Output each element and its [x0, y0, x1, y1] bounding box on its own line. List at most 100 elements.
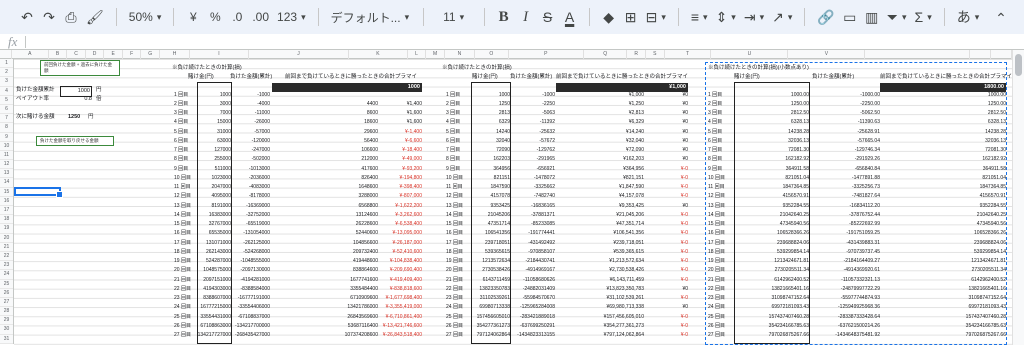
note-previous-loss[interactable]: 前回負けた金額 + 過去に負けた金額 — [40, 60, 120, 76]
table2-cell[interactable]: ¥0 — [644, 128, 688, 137]
table3-cell[interactable]: -637621500214.26 — [810, 322, 880, 331]
table2-cell[interactable]: 72090 — [471, 146, 510, 155]
table1-cell[interactable]: ¥-3,262,600 — [378, 211, 422, 220]
table3-cell[interactable]: 1250.00 — [880, 100, 1006, 109]
table1-cell[interactable]: -67108837000 — [232, 313, 270, 322]
table2-cell[interactable]: 157456605010 — [471, 313, 510, 322]
table3-cell[interactable]: -25628.91 — [810, 128, 880, 137]
table1-cell[interactable]: ¥-18,400 — [378, 146, 422, 155]
table3-cell[interactable]: -2184164409.27 — [810, 257, 880, 266]
table2-cell[interactable]: ¥14,240 — [556, 128, 644, 137]
table1-cell[interactable]: 52440600 — [272, 229, 378, 238]
table2-cell[interactable]: 6329 — [471, 118, 510, 127]
table1-cell[interactable]: 16777215000 — [197, 303, 231, 312]
table2-cell[interactable]: ¥-0 — [644, 257, 688, 266]
table2-cell[interactable]: ¥0 — [644, 118, 688, 127]
table1-cell[interactable]: -4083000 — [232, 183, 270, 192]
table1-cell[interactable]: 212000 — [272, 155, 378, 164]
table3-cell[interactable]: -7481827.64 — [810, 192, 880, 201]
table1-cell[interactable]: 2097151000 — [197, 276, 231, 285]
bold-button[interactable]: B — [493, 5, 515, 29]
table2-cell[interactable]: ¥1,213,572,634 — [556, 257, 644, 266]
table2-cell[interactable]: 21045206 — [471, 211, 510, 220]
table3-cell[interactable]: 106528366.26 — [880, 229, 1006, 238]
table2-cell[interactable]: -129762 — [511, 146, 555, 155]
insert-link-icon[interactable]: 🔗 — [813, 5, 838, 29]
table3-cell[interactable]: 162182.92 — [734, 155, 809, 164]
table2-cell[interactable]: 47351714 — [471, 220, 510, 229]
table1-cell[interactable]: 8 回目 — [174, 155, 188, 164]
table1-cell[interactable]: 65535000 — [197, 229, 231, 238]
table3-cell[interactable]: 157437407460.28 — [880, 313, 1006, 322]
table2-cell[interactable]: -291965 — [511, 155, 555, 164]
table2-cell[interactable]: -656921 — [511, 165, 555, 174]
row-header[interactable]: 29 — [0, 316, 13, 326]
table1-cell[interactable]: 16 回目 — [174, 229, 191, 238]
table2-cell[interactable]: ¥-0 — [644, 331, 688, 340]
column-header[interactable]: D — [86, 50, 105, 59]
table3-cell[interactable]: 24 回目 — [708, 303, 725, 312]
table3-cell[interactable]: 354234166785.63 — [880, 322, 1006, 331]
table1-cell[interactable]: 26228600 — [272, 220, 378, 229]
table2-cell[interactable]: 5 回目 — [446, 128, 460, 137]
text-color-button[interactable]: A — [559, 5, 581, 29]
table1-cell[interactable]: 3 回目 — [174, 109, 188, 118]
table2-cell[interactable]: ¥-0 — [644, 183, 688, 192]
column-header[interactable]: B — [49, 50, 68, 59]
font-family-select[interactable]: デフォルト... — [327, 5, 415, 29]
table2-cell[interactable]: 3 回目 — [446, 109, 460, 118]
table2-cell[interactable]: 13823350783 — [471, 285, 510, 294]
table3-cell[interactable]: 10 回目 — [708, 174, 725, 183]
table1-cell[interactable]: -32752000 — [232, 211, 270, 220]
table2-cell[interactable]: ¥1,000 — [556, 91, 644, 100]
borders-icon[interactable]: ⊞ — [620, 5, 642, 29]
row-header[interactable]: 19 — [0, 224, 13, 234]
table1-cell[interactable]: 9 回目 — [174, 165, 188, 174]
table1-cell[interactable]: 11 回目 — [174, 183, 191, 192]
table1-cell[interactable]: -4000 — [232, 100, 270, 109]
table3-cell[interactable]: 539299854.14 — [734, 248, 809, 257]
table3-cell[interactable]: 13821665401.16 — [734, 285, 809, 294]
row-header[interactable]: 4 — [0, 87, 13, 96]
table2-cell[interactable]: ¥0 — [644, 303, 688, 312]
table2-cell[interactable]: ¥72,090 — [556, 146, 644, 155]
table1-cell[interactable]: 6568800 — [272, 202, 378, 211]
column-header[interactable]: O — [475, 50, 509, 59]
column-header[interactable] — [970, 50, 991, 59]
row-header[interactable]: 25 — [0, 280, 13, 289]
table2-cell[interactable]: 364956 — [471, 165, 510, 174]
table1-cell[interactable]: ¥-398,400 — [378, 183, 422, 192]
table2-cell[interactable]: 6 回目 — [446, 137, 460, 146]
table1-cell[interactable]: 18600 — [272, 118, 378, 127]
table2-cell[interactable]: ¥-0 — [644, 192, 688, 201]
table1-cell[interactable]: -1000 — [232, 91, 270, 100]
table3-cell[interactable]: -4914369920.61 — [810, 266, 880, 275]
row-header[interactable]: 17 — [0, 206, 13, 216]
table3-cell[interactable]: 6142962400.52 — [734, 276, 809, 285]
column-header[interactable]: K — [349, 50, 408, 59]
column-header[interactable]: L — [408, 50, 427, 59]
table1-cell[interactable]: 10 回目 — [174, 174, 191, 183]
table1-cell[interactable]: 15 回目 — [174, 220, 191, 229]
table3-cell[interactable]: 72081.30 — [880, 146, 1006, 155]
table3-cell[interactable]: 239688824.06 — [880, 239, 1006, 248]
table2-cell[interactable]: 2730538426 — [471, 266, 510, 275]
table2-cell[interactable]: ¥-0 — [644, 220, 688, 229]
table3-cell[interactable]: 9352284.55 — [734, 202, 809, 211]
table3-cell[interactable]: -291929.26 — [810, 155, 880, 164]
table2-cell[interactable]: ¥-0 — [644, 211, 688, 220]
table2-cell[interactable]: 9353425 — [471, 202, 510, 211]
table3-cell[interactable]: 797026875267.66 — [880, 331, 1006, 340]
table3-cell[interactable]: 2 回目 — [708, 100, 722, 109]
table2-cell[interactable]: ¥0 — [644, 155, 688, 164]
table3-cell[interactable]: 1 回目 — [708, 91, 722, 100]
table1-cell[interactable]: ¥-93,200 — [378, 165, 422, 174]
insert-comment-icon[interactable]: ▭ — [839, 5, 861, 29]
table1-cell[interactable]: ¥1,600 — [378, 118, 422, 127]
table1-cell[interactable]: 3288000 — [272, 192, 378, 201]
table1-cell[interactable]: ¥-209,690,400 — [378, 266, 422, 275]
table1-cell[interactable]: 25 回目 — [174, 313, 191, 322]
table3-cell[interactable]: 27 回目 — [708, 331, 725, 340]
table3-cell[interactable]: 106528366.26 — [734, 229, 809, 238]
table1-cell[interactable]: 1648600 — [272, 183, 378, 192]
